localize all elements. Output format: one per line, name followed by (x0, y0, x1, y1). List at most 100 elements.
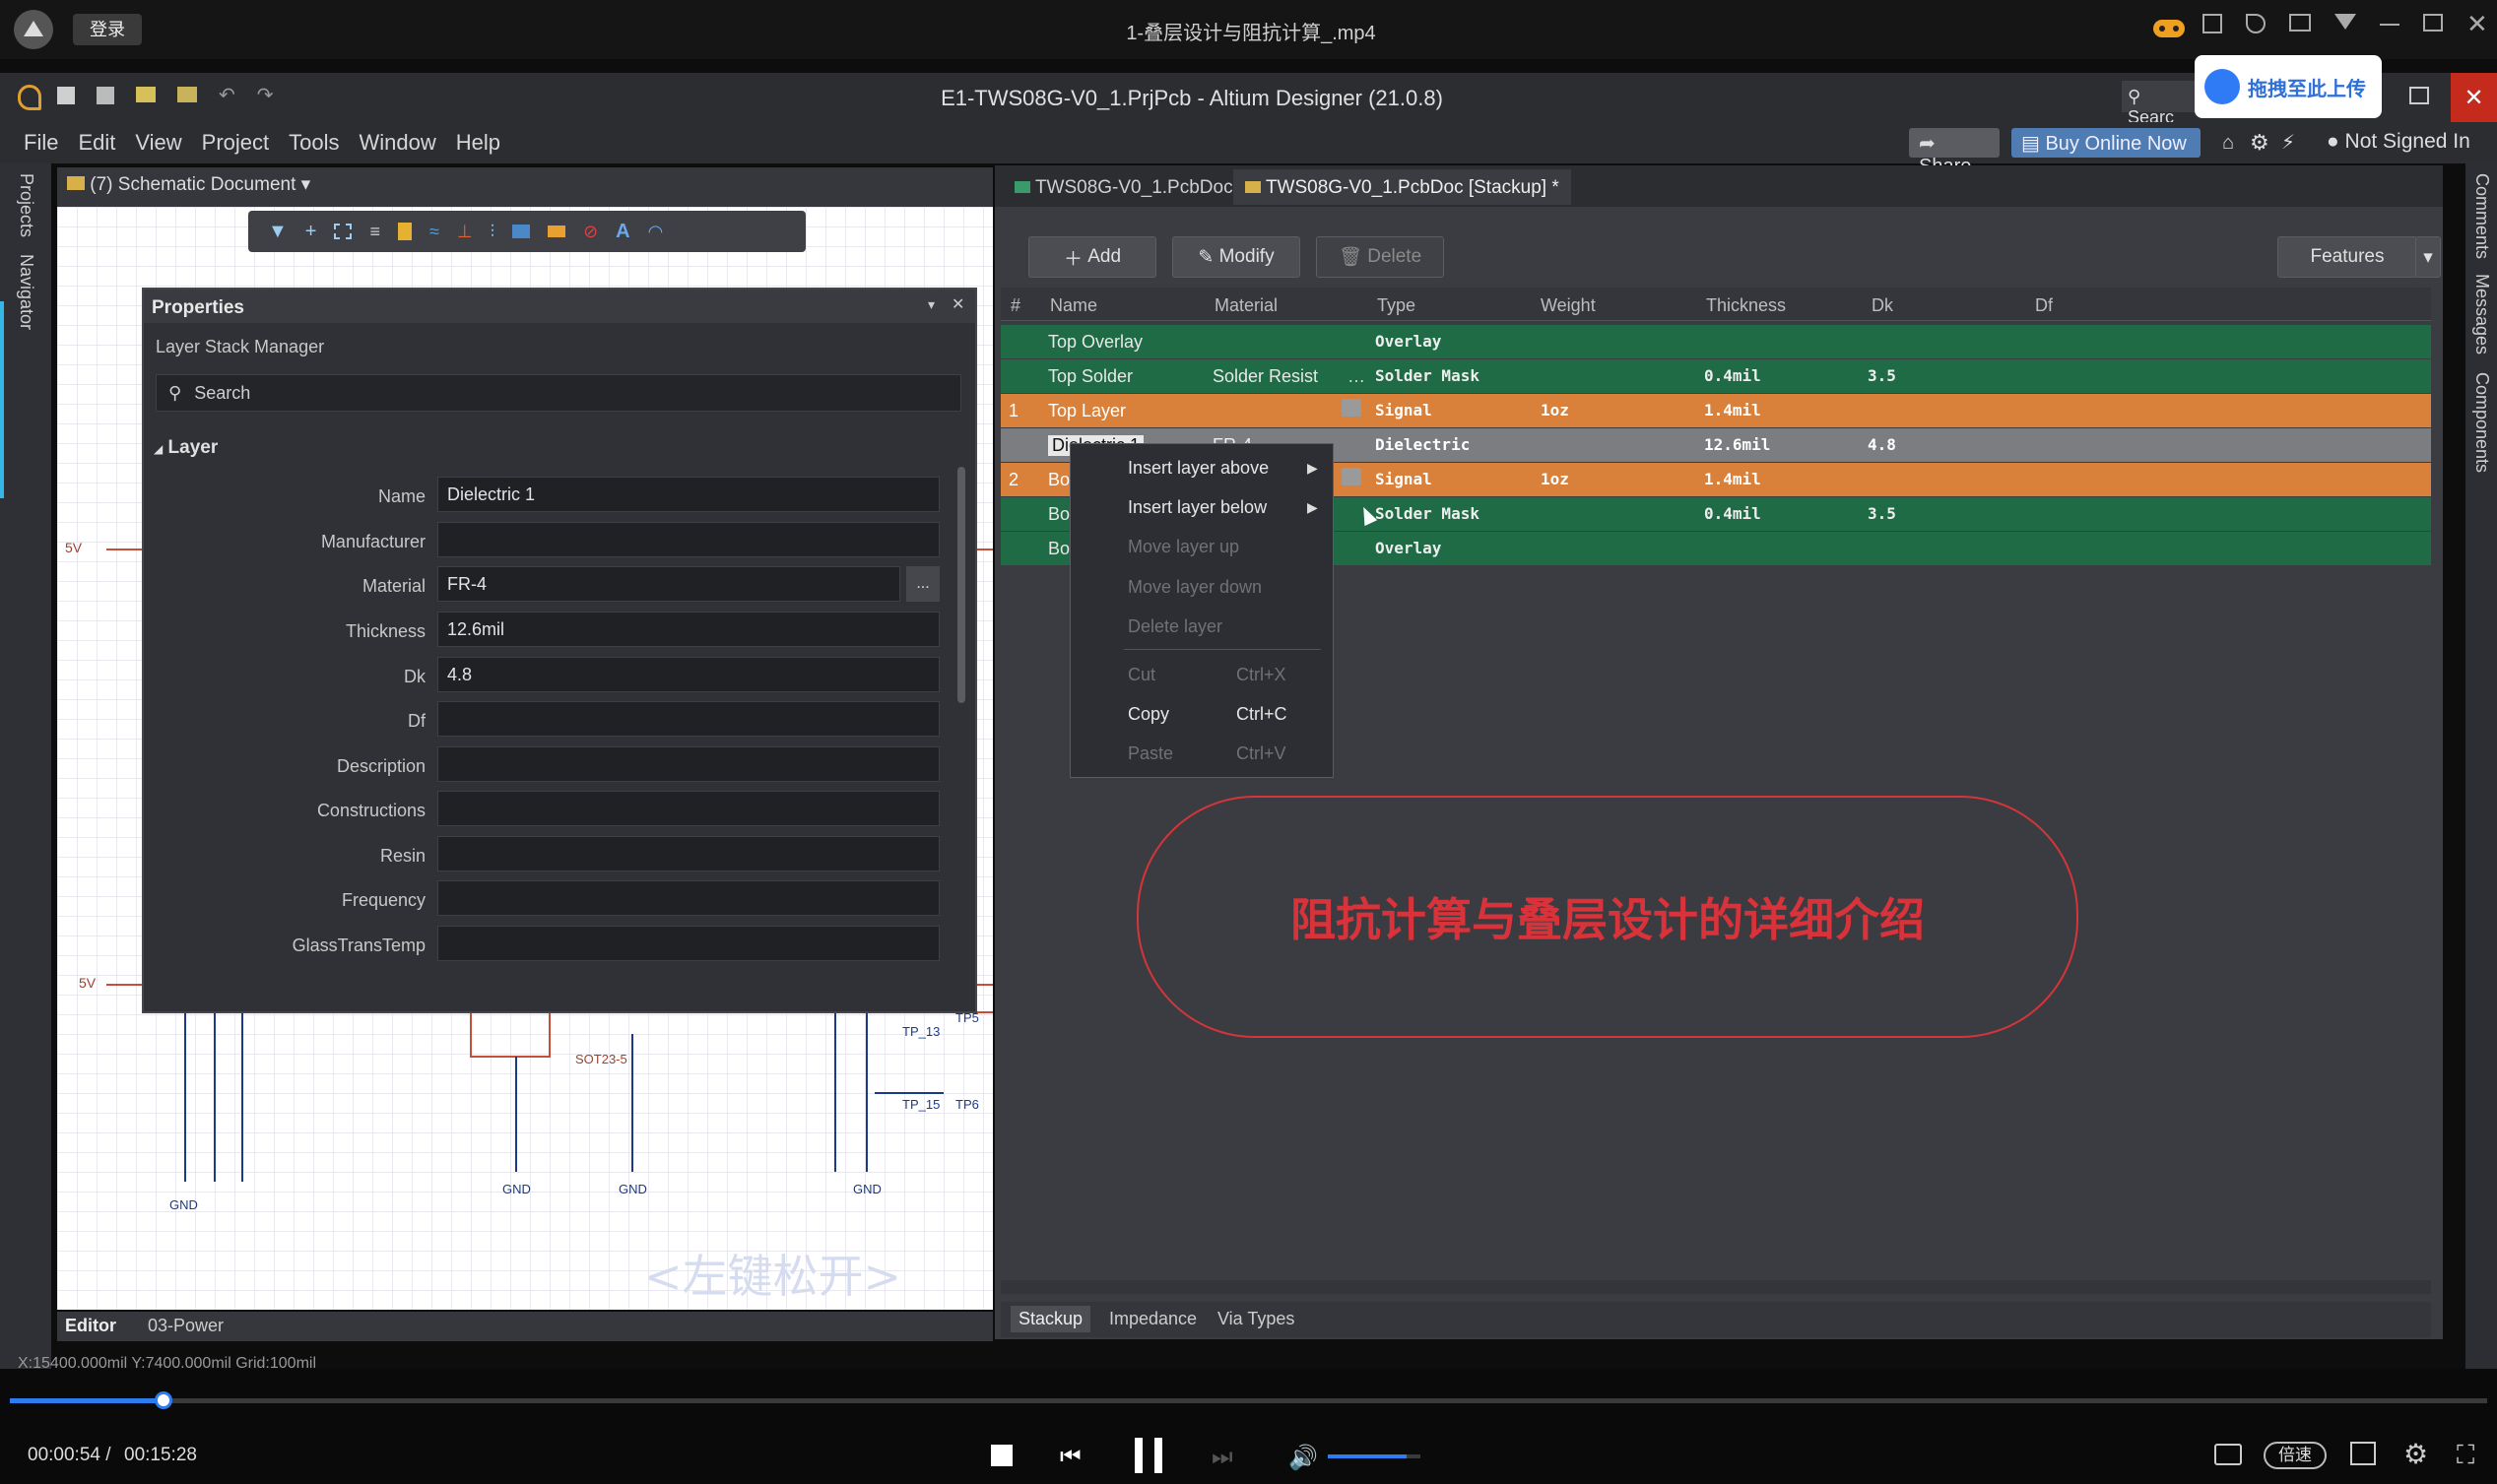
constructions-field[interactable] (437, 791, 940, 826)
power-sheet-tab[interactable]: 03-Power (148, 1316, 224, 1336)
document-selector[interactable]: (7) Schematic Document ▾ (67, 173, 310, 196)
open-project-icon[interactable] (177, 87, 197, 102)
table-row[interactable]: 1 Top Layer Signal 1oz 1.4mil (1001, 394, 2431, 427)
speed-button[interactable]: 倍速 (2264, 1442, 2327, 1469)
tab-pcbdoc[interactable]: TWS08G-V0_1.PcbDoc * (1003, 169, 1257, 205)
minimize-icon[interactable] (2380, 24, 2399, 26)
messages-side-tab[interactable]: Messages (2471, 274, 2492, 355)
properties-search[interactable]: ⚲ Search (156, 374, 961, 412)
menu-view[interactable]: View (135, 130, 181, 156)
pin-icon[interactable] (2246, 14, 2266, 33)
notifications-icon[interactable]: ⚡ (2281, 130, 2295, 155)
df-field[interactable] (437, 701, 940, 737)
menu-help[interactable]: Help (456, 130, 500, 156)
modify-button[interactable]: ✎ Modify (1172, 236, 1300, 278)
cell-material-browse[interactable] (1342, 399, 1361, 417)
save-all-icon[interactable] (97, 87, 114, 104)
col-header-thickness[interactable]: Thickness (1706, 295, 1786, 316)
close-button[interactable]: ✕ (2451, 73, 2497, 122)
material-browse-button[interactable]: ... (906, 566, 940, 602)
projects-side-tab[interactable]: Projects (16, 173, 36, 237)
menu-item-copy[interactable]: Copy (1128, 704, 1169, 725)
col-header-type[interactable]: Type (1377, 295, 1415, 316)
tab-stackup[interactable]: TWS08G-V0_1.PcbDoc [Stackup] * (1233, 169, 1571, 205)
tv-icon[interactable] (2214, 1444, 2242, 1465)
folder-icon[interactable] (2289, 14, 2311, 32)
filter-icon[interactable] (2334, 14, 2356, 30)
name-field[interactable]: Dielectric 1 (437, 477, 940, 512)
material-field[interactable]: FR-4 (437, 566, 900, 602)
horizontal-scrollbar[interactable] (1001, 1280, 2431, 1294)
share-button[interactable]: ➦ Share (1909, 128, 2000, 177)
col-header-weight[interactable]: Weight (1541, 295, 1596, 316)
navigator-side-tab[interactable]: Navigator (16, 254, 36, 330)
col-header-dk[interactable]: Dk (1872, 295, 1893, 316)
layer-section-header[interactable]: ◢ Layer (154, 437, 218, 459)
col-header-name[interactable]: Name (1050, 295, 1097, 316)
settings-icon[interactable]: ⚙ (2403, 1438, 2428, 1470)
properties-scrollbar[interactable] (957, 467, 965, 703)
add-button[interactable]: ＋ Add (1028, 236, 1156, 278)
close-icon[interactable]: ✕ (2466, 11, 2488, 43)
volume-icon[interactable]: 🔊 (1288, 1444, 1318, 1472)
maximize-button[interactable] (2409, 87, 2429, 104)
menu-window[interactable]: Window (360, 130, 436, 156)
features-dropdown[interactable]: ▾ (2415, 236, 2441, 278)
progress-knob[interactable] (154, 1391, 172, 1409)
user-menu[interactable]: ● Not Signed In (2327, 130, 2470, 154)
redo-icon[interactable]: ↷ (257, 86, 274, 105)
description-field[interactable] (437, 746, 940, 782)
comments-side-tab[interactable]: Comments (2471, 173, 2492, 259)
filter-icon[interactable]: ▼ (268, 221, 288, 243)
next-icon[interactable]: ⏭ (1212, 1444, 1233, 1471)
restore-icon[interactable] (2423, 14, 2443, 32)
progress-track[interactable] (10, 1398, 2487, 1403)
no-erc-icon[interactable]: ⊘ (583, 222, 598, 242)
table-row[interactable]: Top Overlay Overlay (1001, 325, 2431, 358)
thickness-field[interactable]: 12.6mil (437, 612, 940, 647)
menu-tools[interactable]: Tools (289, 130, 339, 156)
glasstranstemp-field[interactable] (437, 926, 940, 961)
frequency-field[interactable] (437, 880, 940, 916)
wire-icon[interactable]: ≈ (429, 222, 439, 242)
previous-icon[interactable]: ⏮ (1060, 1444, 1082, 1471)
menu-file[interactable]: File (24, 130, 58, 156)
undo-icon[interactable]: ↶ (219, 86, 235, 105)
text-icon[interactable]: A (616, 221, 629, 243)
menu-edit[interactable]: Edit (78, 130, 115, 156)
tab-stackup-view[interactable]: Stackup (1011, 1306, 1091, 1332)
menu-item-insert-above[interactable]: Insert layer above (1128, 458, 1269, 479)
port-icon[interactable] (548, 226, 566, 237)
stop-icon[interactable] (991, 1445, 1013, 1466)
gamepad-icon[interactable] (2149, 12, 2189, 45)
bus-icon[interactable]: ⫶ (491, 222, 495, 242)
search-box[interactable]: ⚲ Searc (2122, 81, 2195, 127)
features-button[interactable]: Features (2277, 236, 2417, 278)
power-port-icon[interactable]: ⊥ (457, 222, 473, 242)
col-header-material[interactable]: Material (1215, 295, 1278, 316)
panel-menu-icon[interactable]: ▾ (928, 296, 935, 313)
fullscreen-icon[interactable]: ⛶ (2457, 1440, 2474, 1471)
tab-via-types[interactable]: Via Types (1217, 1309, 1294, 1329)
table-row[interactable]: Top Solder Solder Resist … Solder Mask 0… (1001, 359, 2431, 393)
cell-material-browse[interactable]: … (1347, 366, 1365, 387)
arc-icon[interactable]: ◠ (648, 222, 664, 242)
resin-field[interactable] (437, 836, 940, 871)
sheet-symbol-icon[interactable] (512, 225, 531, 238)
cell-material-browse[interactable] (1342, 468, 1361, 485)
place-part-icon[interactable] (398, 223, 412, 240)
volume-track[interactable] (1328, 1454, 1420, 1458)
manufacturer-field[interactable] (437, 522, 940, 557)
components-side-tab[interactable]: Components (2471, 372, 2492, 473)
col-header-df[interactable]: Df (2035, 295, 2053, 316)
gift-icon[interactable] (2350, 1442, 2376, 1465)
note-icon[interactable] (2202, 14, 2222, 33)
delete-button[interactable]: 🗑 Delete (1316, 236, 1444, 278)
panel-close-icon[interactable]: ✕ (952, 294, 964, 314)
align-icon[interactable]: ≡ (369, 222, 380, 242)
dk-field[interactable]: 4.8 (437, 657, 940, 692)
login-button[interactable]: 登录 (73, 14, 142, 45)
home-icon[interactable]: ⌂ (2222, 132, 2234, 155)
menu-project[interactable]: Project (202, 130, 269, 156)
pause-icon[interactable] (1135, 1438, 1162, 1473)
